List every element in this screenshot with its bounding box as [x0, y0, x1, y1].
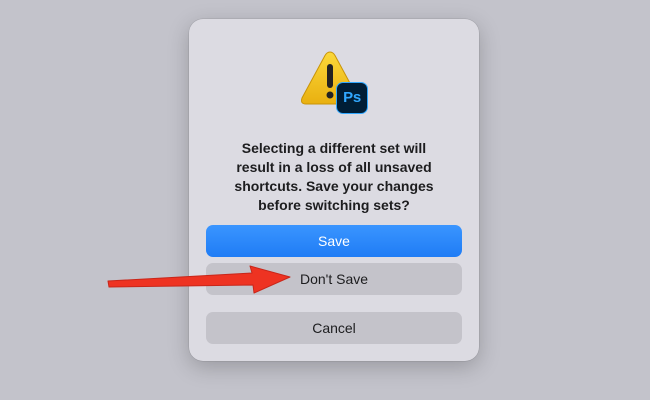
alert-dialog: Ps Selecting a different set will result… — [189, 19, 479, 361]
dialog-message: Selecting a different set will result in… — [234, 140, 434, 213]
photoshop-app-icon: Ps — [336, 82, 368, 114]
cancel-button[interactable]: Cancel — [206, 312, 462, 344]
dont-save-button[interactable]: Don't Save — [206, 263, 462, 295]
alert-icon-group: Ps — [299, 49, 369, 129]
save-button[interactable]: Save — [206, 225, 462, 257]
